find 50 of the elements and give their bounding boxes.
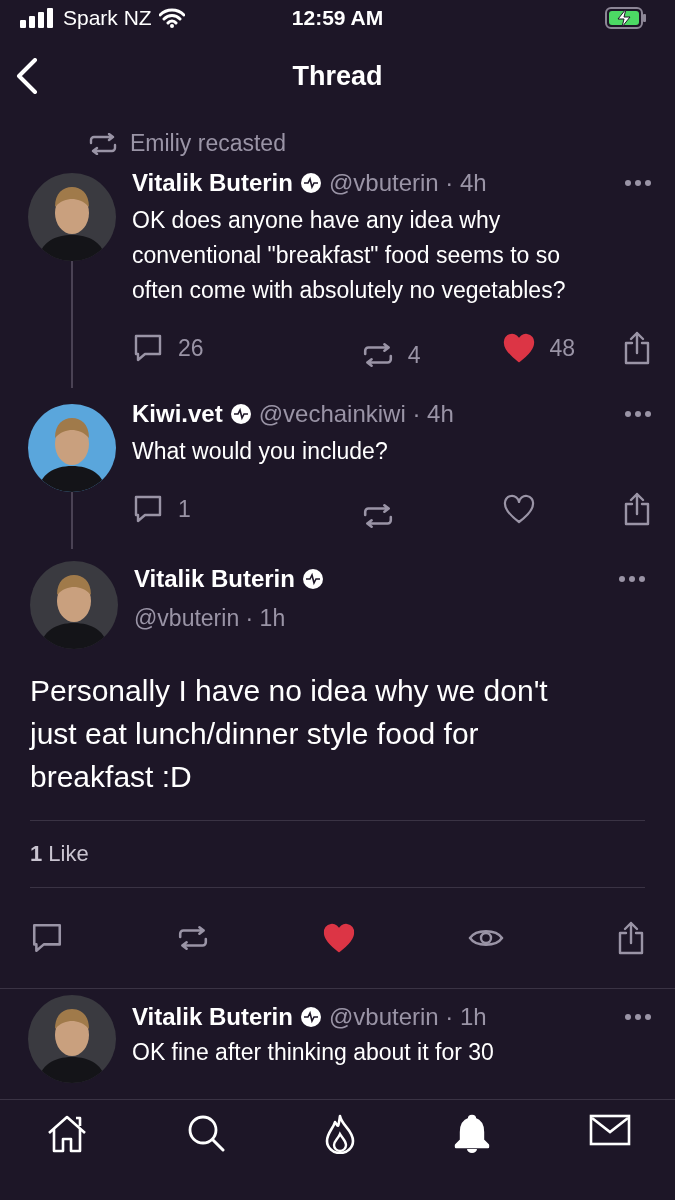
home-icon[interactable] <box>46 1114 88 1154</box>
verified-icon <box>230 404 251 424</box>
post-text: OK fine after thinking about it for 30 <box>132 1038 495 1067</box>
author-handle: @vbuterin · 1h <box>328 1003 487 1031</box>
share-icon[interactable] <box>623 331 651 365</box>
post-text: What would you include? <box>132 437 389 466</box>
more-icon[interactable] <box>619 576 645 582</box>
verified-icon <box>302 569 323 589</box>
action-count: 1 <box>178 495 191 523</box>
more-icon[interactable] <box>625 180 651 186</box>
wifi-icon <box>158 8 185 28</box>
flame-icon[interactable] <box>324 1114 355 1154</box>
author-handle: @vechainkiwi · 4h <box>258 400 454 428</box>
post-text: OK does anyone have any idea why conventional "breakfast" food seems to so often come with absolutely no vegetables? <box>132 206 567 305</box>
share-icon[interactable] <box>623 492 651 526</box>
mail-icon[interactable] <box>589 1114 631 1146</box>
carrier-name: Spark NZ <box>63 6 152 30</box>
heart-icon[interactable] <box>322 923 355 953</box>
share-icon[interactable] <box>617 921 645 955</box>
recast-icon[interactable] <box>361 503 394 529</box>
author-name[interactable]: Vitalik Buterin <box>132 169 293 197</box>
action-count: 4 <box>407 341 421 369</box>
author-handle: @vbuterin · 1h <box>134 605 287 632</box>
comment-icon[interactable] <box>132 332 164 364</box>
action-count: 26 <box>178 334 204 362</box>
screen-title: Thread <box>292 60 383 92</box>
status-time: 12:59 AM <box>291 6 384 30</box>
more-icon[interactable] <box>625 411 651 417</box>
search-icon[interactable] <box>187 1114 226 1152</box>
recast-icon[interactable] <box>177 925 210 951</box>
back-icon[interactable] <box>16 58 38 94</box>
more-icon[interactable] <box>625 1014 651 1020</box>
recast-icon <box>88 132 118 155</box>
author-name[interactable]: Vitalik Buterin <box>134 565 295 593</box>
author-handle: @vbuterin · 4h <box>328 169 487 197</box>
comment-icon[interactable] <box>30 921 64 955</box>
bell-icon[interactable] <box>453 1114 490 1154</box>
comment-icon[interactable] <box>132 493 164 525</box>
heart-icon[interactable] <box>503 494 536 524</box>
action-count: 48 <box>549 334 576 362</box>
verified-icon <box>300 1007 321 1027</box>
author-name[interactable]: Vitalik Buterin <box>132 1003 293 1031</box>
heart-icon[interactable] <box>503 333 536 363</box>
recast-icon[interactable] <box>361 342 394 368</box>
signal-icon <box>20 8 56 28</box>
post-text: Personally I have no idea why we don't just eat lunch/dinner style food for breakfast :D <box>30 673 549 795</box>
recast-label: Emiliy recasted <box>130 130 286 157</box>
like-count[interactable]: 1 Like <box>30 841 89 866</box>
author-name[interactable]: Kiwi.vet <box>132 400 223 428</box>
verified-icon <box>300 173 321 193</box>
